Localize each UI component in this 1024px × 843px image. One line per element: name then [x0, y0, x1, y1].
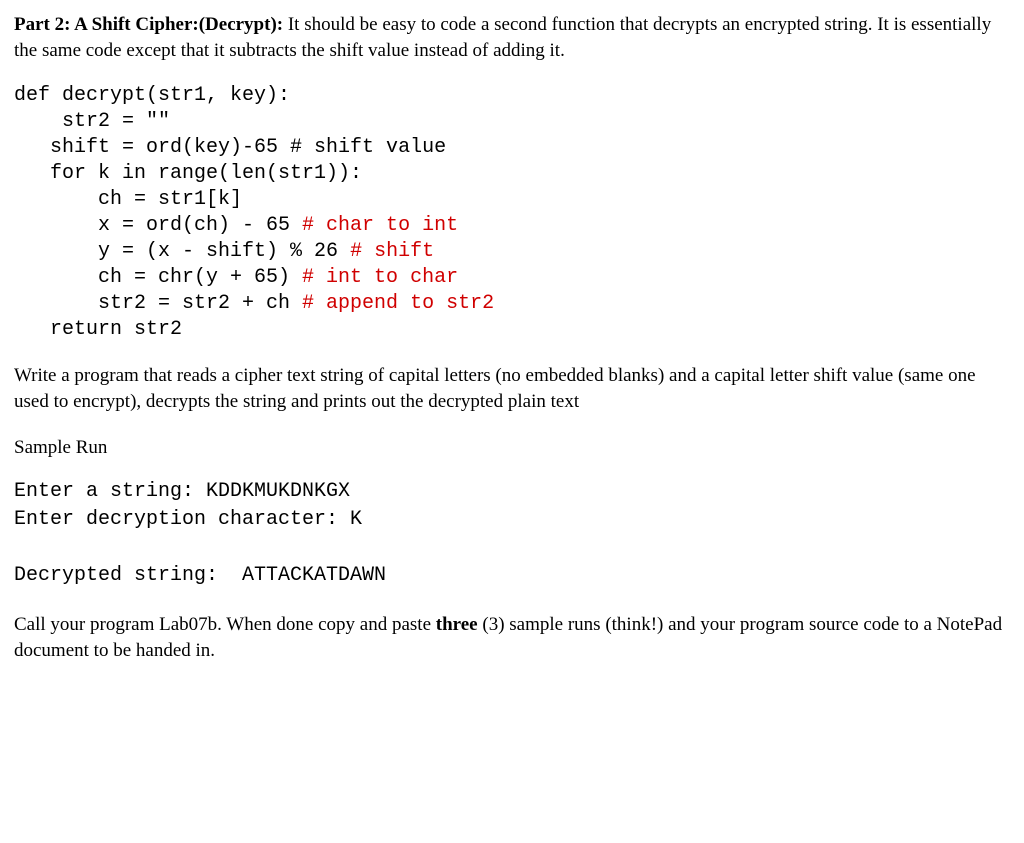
code-block: def decrypt(str1, key): str2 = "" shift … [14, 83, 1010, 343]
code-line: def decrypt(str1, key): [14, 84, 290, 107]
sample-run-block: Enter a string: KDDKMUKDNKGX Enter decry… [14, 478, 1010, 590]
code-comment: # char to int [302, 214, 458, 237]
intro-heading: Part 2: A Shift Cipher:(Decrypt): [14, 14, 283, 35]
sample-run-label: Sample Run [14, 435, 1010, 461]
closing-text-a: Call your program Lab07b. When done copy… [14, 614, 436, 635]
code-line: return str2 [14, 318, 182, 341]
code-line: str2 = str2 + ch [14, 292, 302, 315]
code-line: ch = str1[k] [14, 188, 242, 211]
run-line: Decrypted string: ATTACKATDAWN [14, 564, 386, 587]
code-line: str2 = "" [14, 110, 170, 133]
task-paragraph: Write a program that reads a cipher text… [14, 363, 1010, 414]
code-line: for k in range(len(str1)): [14, 162, 362, 185]
code-line: shift = ord(key)-65 # shift value [14, 136, 446, 159]
run-line: Enter a string: KDDKMUKDNKGX [14, 480, 350, 503]
code-line: y = (x - shift) % 26 [14, 240, 350, 263]
code-comment: # append to str2 [302, 292, 494, 315]
run-line: Enter decryption character: K [14, 508, 362, 531]
intro-paragraph: Part 2: A Shift Cipher:(Decrypt): It sho… [14, 12, 1010, 63]
closing-paragraph: Call your program Lab07b. When done copy… [14, 612, 1010, 663]
code-line: ch = chr(y + 65) [14, 266, 302, 289]
code-line: x = ord(ch) - 65 [14, 214, 302, 237]
code-comment: # shift [350, 240, 434, 263]
closing-text-b: three [436, 614, 478, 635]
code-comment: # int to char [302, 266, 458, 289]
